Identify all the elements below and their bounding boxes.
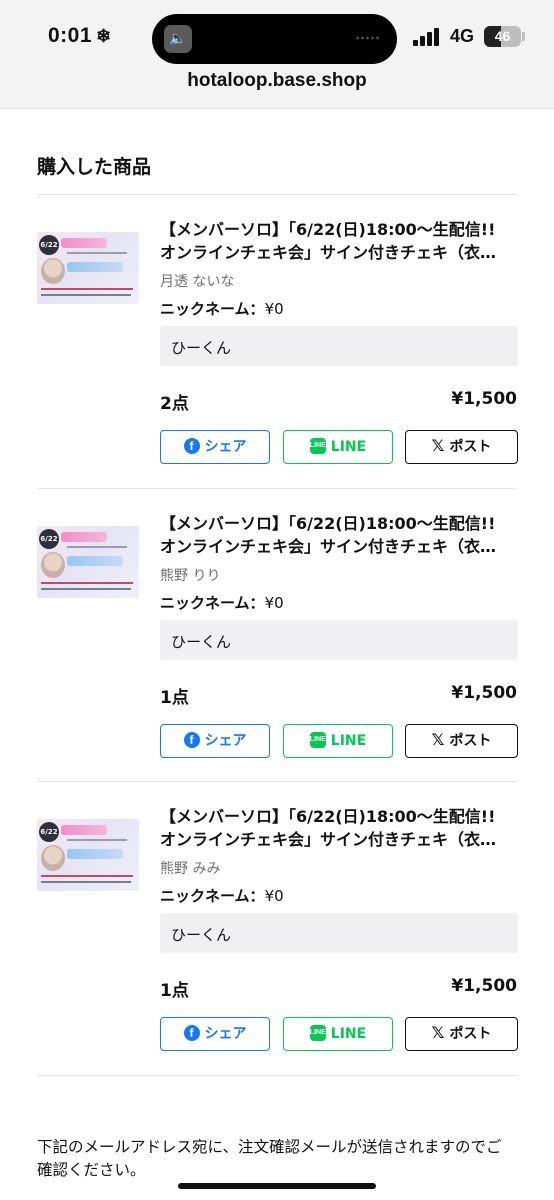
member-name: 熊野 りり [160, 568, 221, 584]
product-thumbnail[interactable]: 6/22 [37, 232, 139, 304]
product-thumbnail[interactable]: 6/22 [37, 526, 139, 598]
nickname-label: ニックネーム：¥0 [160, 594, 284, 612]
line-icon: LINE [309, 732, 326, 748]
nickname-field: ひーくん [160, 913, 518, 953]
speaker-icon: 🔈 [164, 25, 192, 53]
member-name: 月透 ないな [160, 274, 235, 290]
product-title[interactable]: 【メンバーソロ】「6/22(日)18:00〜生配信!! オンラインチェキ会」サイ… [160, 512, 520, 558]
list-item: 6/22 【メンバーソロ】「6/22(日)18:00〜生配信!! オンラインチェ… [0, 781, 554, 1076]
home-indicator[interactable] [178, 1183, 376, 1189]
quantity: 1点 [160, 981, 189, 1001]
nickname-label: ニックネーム：¥0 [160, 887, 284, 905]
nickname-label: ニックネーム：¥0 [160, 300, 284, 318]
facebook-share-button[interactable]: f シェア [160, 430, 270, 464]
facebook-icon: f [183, 732, 200, 748]
x-post-button[interactable]: 𝕏 ポスト [405, 724, 518, 758]
facebook-share-button[interactable]: f シェア [160, 1017, 270, 1051]
x-post-button[interactable]: 𝕏 ポスト [405, 1017, 518, 1051]
battery-tip [522, 32, 525, 41]
quantity: 1点 [160, 688, 189, 708]
dots-icon [355, 35, 379, 41]
price: ¥1,500 [451, 389, 517, 409]
snowflake-icon: ❄ [96, 26, 112, 46]
line-share-button[interactable]: LINE LINE [283, 1017, 393, 1051]
facebook-icon: f [183, 1025, 200, 1041]
divider [37, 1075, 517, 1076]
status-time: 0:01 ❄ [48, 24, 112, 47]
member-name: 熊野 みみ [160, 861, 221, 877]
list-item: 6/22 【メンバーソロ】「6/22(日)18:00〜生配信!! オンラインチェ… [0, 488, 554, 783]
email-notice: 下記のメールアドレス宛に、注文確認メールが送信されますのでご確認ください。 [37, 1138, 502, 1179]
quantity: 2点 [160, 394, 189, 414]
price: ¥1,500 [451, 976, 517, 996]
facebook-share-button[interactable]: f シェア [160, 724, 270, 758]
network-type: 4G [450, 26, 475, 46]
battery-icon: 46 [484, 26, 521, 47]
dynamic-island: 🔈 [152, 14, 397, 64]
address-bar-url[interactable]: hotaloop.base.shop [0, 70, 554, 92]
line-share-button[interactable]: LINE LINE [283, 724, 393, 758]
product-title[interactable]: 【メンバーソロ】「6/22(日)18:00〜生配信!! オンラインチェキ会」サイ… [160, 805, 520, 851]
cellular-signal-icon [413, 28, 441, 46]
x-icon: 𝕏 [431, 730, 445, 749]
price: ¥1,500 [451, 683, 517, 703]
product-thumbnail[interactable]: 6/22 [37, 819, 139, 891]
page-title: 購入した商品 [37, 156, 152, 178]
line-icon: LINE [309, 1025, 326, 1041]
line-share-button[interactable]: LINE LINE [283, 430, 393, 464]
list-item: 6/22 【メンバーソロ】「6/22(日)18:00〜生配信!! オンラインチェ… [0, 194, 554, 489]
x-post-button[interactable]: 𝕏 ポスト [405, 430, 518, 464]
status-and-url-bar: 0:01 ❄ 🔈 4G 46 hotaloop.base.shop [0, 0, 554, 109]
nickname-field: ひーくん [160, 326, 518, 366]
x-icon: 𝕏 [431, 1023, 445, 1042]
facebook-icon: f [183, 438, 200, 454]
x-icon: 𝕏 [431, 436, 445, 455]
nickname-field: ひーくん [160, 620, 518, 660]
product-title[interactable]: 【メンバーソロ】「6/22(日)18:00〜生配信!! オンラインチェキ会」サイ… [160, 218, 520, 264]
line-icon: LINE [309, 438, 326, 454]
